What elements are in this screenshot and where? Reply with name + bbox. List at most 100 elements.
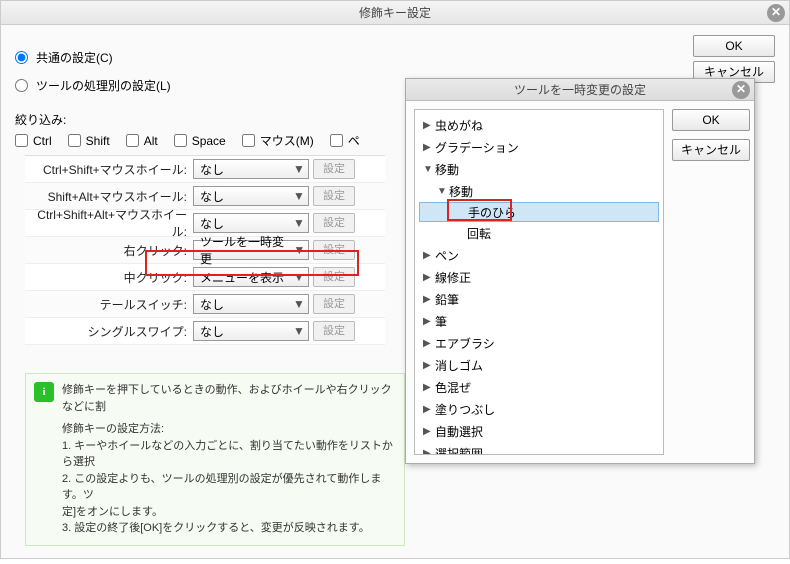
binding-combo-value: なし: [200, 188, 224, 205]
sub-dialog: ツールを一時変更の設定 ✕ ▶虫めがね▶グラデーション▼移動▼移動手のひら回転▶…: [405, 78, 755, 464]
binding-combo[interactable]: メニューを表示▼: [193, 267, 309, 287]
filter-shift[interactable]: Shift: [68, 132, 110, 149]
tree-item[interactable]: ▶自動選択: [415, 420, 663, 442]
sub-ok-button[interactable]: OK: [672, 109, 750, 131]
tree-item-label: 色混ぜ: [435, 379, 471, 396]
filter-mouse-label: マウス(M): [260, 132, 314, 149]
binding-settings-button[interactable]: 設定: [313, 321, 355, 341]
tree-item[interactable]: ▶筆: [415, 310, 663, 332]
tree-item[interactable]: ▶選択範囲: [415, 442, 663, 455]
info-line3: 1. キーやホイールなどの入力ごとに、割り当てたい動作をリストから選択: [62, 438, 396, 471]
filter-mouse-checkbox[interactable]: [242, 134, 255, 147]
tree-item-label: 筆: [435, 313, 447, 330]
tool-tree[interactable]: ▶虫めがね▶グラデーション▼移動▼移動手のひら回転▶ペン▶線修正▶鉛筆▶筆▶エア…: [414, 109, 664, 455]
binding-settings-button[interactable]: 設定: [313, 294, 355, 314]
binding-combo[interactable]: なし ▼: [193, 159, 309, 179]
sub-close-icon[interactable]: ✕: [732, 81, 750, 99]
binding-combo[interactable]: なし▼: [193, 213, 309, 233]
radio-per-tool-input[interactable]: [15, 79, 28, 92]
binding-settings-button[interactable]: 設定: [313, 186, 355, 206]
main-titlebar: 修飾キー設定 ✕: [1, 1, 789, 25]
binding-label: シングルスワイプ:: [25, 323, 193, 340]
filter-alt-checkbox[interactable]: [126, 134, 139, 147]
filter-ctrl[interactable]: Ctrl: [15, 132, 52, 149]
tree-item[interactable]: ▼移動: [415, 180, 663, 202]
binding-label: Ctrl+Shift+マウスホイール:: [25, 161, 193, 178]
binding-label: 右クリック:: [25, 242, 193, 259]
binding-combo-value: なし: [200, 323, 224, 340]
tree-item[interactable]: ▶塗りつぶし: [415, 398, 663, 420]
binding-settings-button[interactable]: 設定: [313, 267, 355, 287]
filter-ctrl-checkbox[interactable]: [15, 134, 28, 147]
radio-per-tool[interactable]: ツールの処理別の設定(L): [15, 77, 171, 94]
filter-shift-checkbox[interactable]: [68, 134, 81, 147]
sub-titlebar: ツールを一時変更の設定 ✕: [406, 79, 754, 101]
tree-item[interactable]: ▶色混ぜ: [415, 376, 663, 398]
chevron-down-icon: ▼: [293, 243, 306, 257]
binding-label: テールスイッチ:: [25, 296, 193, 313]
binding-row: 中クリック:メニューを表示▼設定: [25, 264, 385, 291]
chevron-down-icon: ▼: [292, 162, 306, 176]
tree-item[interactable]: ▶エアブラシ: [415, 332, 663, 354]
tree-item[interactable]: ▶ペン: [415, 244, 663, 266]
filter-pen-checkbox[interactable]: [330, 134, 343, 147]
tree-item[interactable]: ▼移動: [415, 158, 663, 180]
binding-row: Ctrl+Shift+マウスホイール: なし ▼ 設定: [25, 156, 385, 183]
binding-label: 中クリック:: [25, 269, 193, 286]
binding-row: テールスイッチ:なし▼設定: [25, 291, 385, 318]
binding-combo-value: ツールを一時変更: [200, 233, 293, 267]
tree-item[interactable]: ▶鉛筆: [415, 288, 663, 310]
tree-item[interactable]: 回転: [415, 222, 663, 244]
tree-item-label: 鉛筆: [435, 291, 459, 308]
tree-item[interactable]: 手のひら: [419, 202, 659, 222]
triangle-right-icon: ▶: [423, 404, 435, 415]
radio-common[interactable]: 共通の設定(C): [15, 49, 113, 66]
binding-combo-value: なし: [200, 161, 224, 178]
binding-combo-value: なし: [200, 296, 224, 313]
radio-common-input[interactable]: [15, 51, 28, 64]
triangle-right-icon: ▶: [423, 338, 435, 349]
filter-mouse[interactable]: マウス(M): [242, 132, 314, 149]
filter-ctrl-label: Ctrl: [33, 134, 52, 148]
sub-title: ツールを一時変更の設定: [514, 83, 646, 97]
triangle-right-icon: ▶: [423, 272, 435, 283]
info-line6: 3. 設定の終了後[OK]をクリックすると、変更が反映されます。: [62, 520, 396, 537]
sub-cancel-button[interactable]: キャンセル: [672, 139, 750, 161]
filter-pen[interactable]: ペ: [330, 132, 360, 149]
tree-item[interactable]: ▶消しゴム: [415, 354, 663, 376]
close-icon[interactable]: ✕: [767, 4, 785, 22]
tree-item[interactable]: ▶線修正: [415, 266, 663, 288]
tree-item-label: 線修正: [435, 269, 471, 286]
binding-combo[interactable]: なし▼: [193, 321, 309, 341]
chevron-down-icon: ▼: [292, 270, 306, 284]
info-line1: 修飾キーを押下しているときの動作、およびホイールや右クリックなどに割: [62, 382, 396, 415]
filter-space-label: Space: [192, 134, 226, 148]
sub-buttons: OK キャンセル: [672, 101, 754, 463]
tree-item[interactable]: ▶グラデーション: [415, 136, 663, 158]
radio-common-row: 共通の設定(C): [15, 49, 775, 67]
triangle-right-icon: ▶: [423, 316, 435, 327]
tree-item-label: 移動: [449, 183, 473, 200]
tree-item-label: グラデーション: [435, 139, 519, 156]
binding-combo[interactable]: ツールを一時変更▼: [193, 240, 309, 260]
radio-common-label: 共通の設定(C): [36, 49, 113, 66]
triangle-down-icon: ▼: [423, 164, 435, 175]
filter-shift-label: Shift: [86, 134, 110, 148]
triangle-right-icon: ▶: [423, 250, 435, 261]
tree-item[interactable]: ▶虫めがね: [415, 114, 663, 136]
info-line2: 修飾キーの設定方法:: [62, 421, 396, 438]
triangle-down-icon: ▼: [437, 186, 449, 197]
binding-settings-button[interactable]: 設定: [313, 213, 355, 233]
binding-grid: Ctrl+Shift+マウスホイール:なし▼設定Shift+Alt+マウスホイー…: [25, 155, 385, 345]
tree-item-label: 手のひら: [468, 204, 516, 221]
binding-settings-button[interactable]: 設定: [313, 159, 355, 179]
binding-combo-value: なし: [200, 215, 224, 232]
tree-item-label: 自動選択: [435, 423, 483, 440]
binding-settings-button[interactable]: 設定: [313, 240, 355, 260]
binding-combo[interactable]: なし▼: [193, 186, 309, 206]
filter-alt[interactable]: Alt: [126, 132, 158, 149]
main-title: 修飾キー設定: [359, 6, 431, 20]
filter-space[interactable]: Space: [174, 132, 226, 149]
binding-combo[interactable]: なし▼: [193, 294, 309, 314]
filter-space-checkbox[interactable]: [174, 134, 187, 147]
